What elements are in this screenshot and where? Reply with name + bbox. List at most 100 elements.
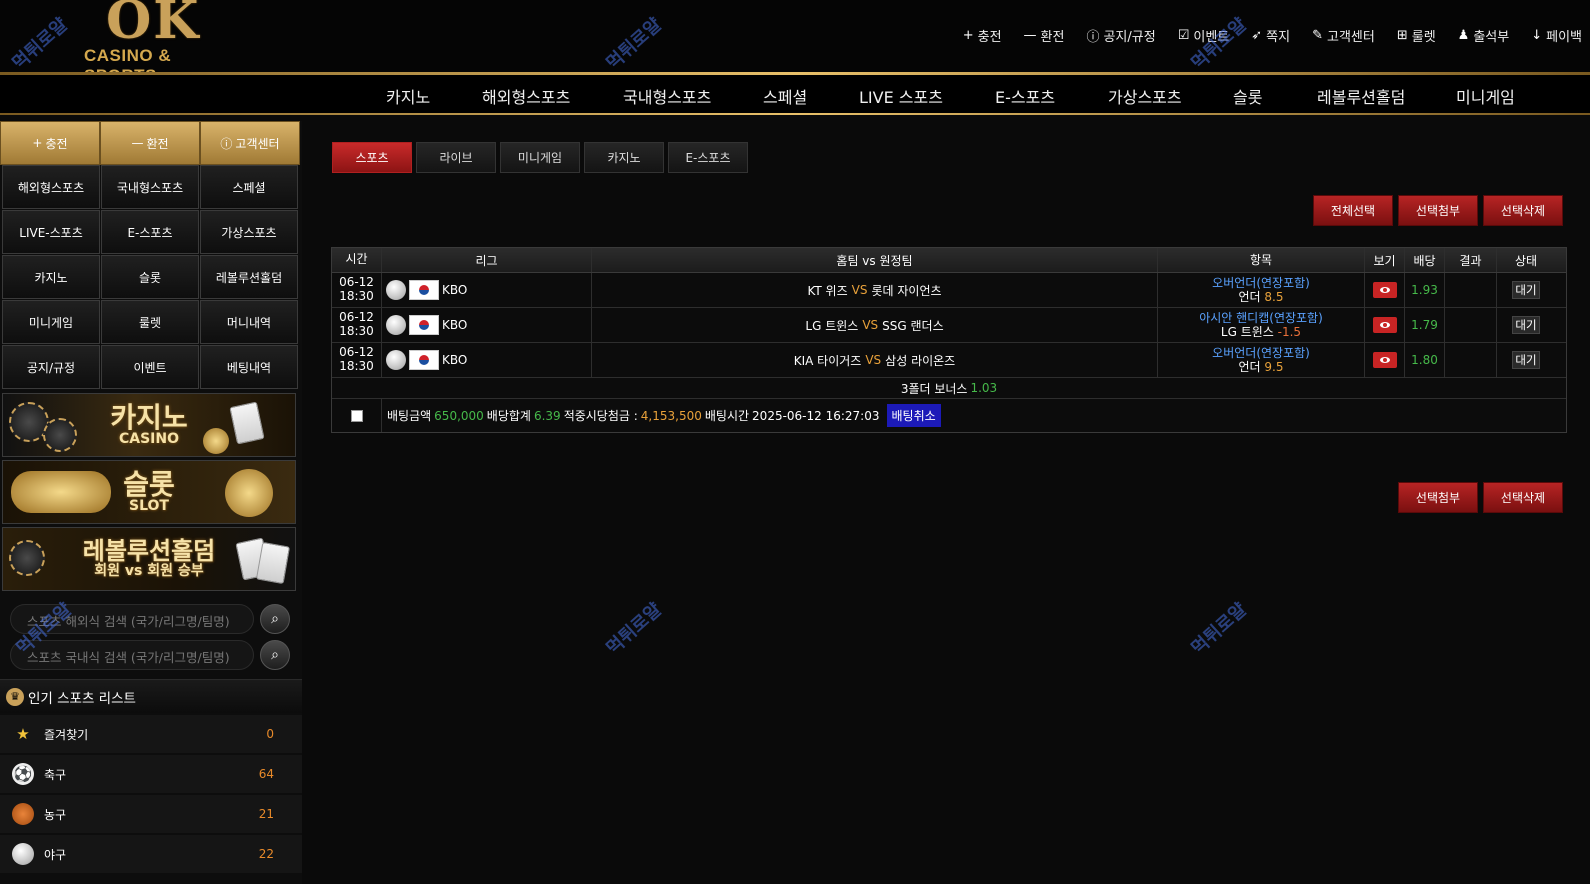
header-odds: 배당 [1405,248,1445,272]
holdem-banner-text: 레볼루션홀덤 회원 vs 회원 승부 [83,538,215,579]
mainnav-special[interactable]: 스페셜 [763,84,807,108]
sport-baseball[interactable]: 야구 22 [0,835,302,873]
holdem-banner[interactable]: 레볼루션홀덤 회원 vs 회원 승부 [2,527,296,591]
eye-icon[interactable] [1372,352,1397,368]
site-logo[interactable]: OK CASINO & SPORTS [80,0,240,85]
menu-esports[interactable]: E-스포츠 [101,210,199,254]
mainnav-esports[interactable]: E-스포츠 [995,84,1055,108]
match-time: 06-12 18:30 [332,343,382,377]
info-icon: ⓘ [1086,30,1100,45]
topnav-charge[interactable]: + 충전 [963,26,1002,45]
menu-revolution-holdem[interactable]: 레볼루션홀덤 [200,255,298,299]
basketball-icon [12,803,34,825]
menu-slot[interactable]: 슬롯 [101,255,199,299]
sport-soccer[interactable]: ⚽ 축구 64 [0,755,302,793]
quick-buttons: + 충전 — 환전 ⓘ 고객센터 [0,121,302,165]
delete-selected-button[interactable]: 선택삭제 [1483,195,1563,226]
tab-live[interactable]: 라이브 [416,142,496,173]
bet-time-label: 배팅시간 [704,409,750,423]
mainnav-casino[interactable]: 카지노 [386,84,430,108]
selection: 언더 9.5 [1238,360,1283,374]
topnav-message[interactable]: ➶ 쪽지 [1251,26,1290,45]
select-all-button[interactable]: 전체선택 [1313,195,1393,226]
sport-count: 0 [266,727,274,741]
away-team: SSG 랜더스 [882,318,944,333]
mainnav-live-sports[interactable]: LIVE 스포츠 [859,84,943,108]
menu-minigame[interactable]: 미니게임 [2,300,100,344]
casino-banner-text: 카지노 CASINO [110,403,187,447]
select-checkbox[interactable] [350,409,363,422]
mainnav-domestic-sports[interactable]: 국내형스포츠 [623,84,711,108]
menu-event[interactable]: 이벤트 [101,345,199,389]
tab-minigame[interactable]: 미니게임 [500,142,580,173]
mainnav-revolution-holdem[interactable]: 레볼루션홀덤 [1317,84,1405,108]
menu-live-sports[interactable]: LIVE-스포츠 [2,210,100,254]
quick-label: 환전 [146,136,169,151]
mainnav-slot[interactable]: 슬롯 [1233,84,1262,108]
menu-notice[interactable]: 공지/규정 [2,345,100,389]
menu-money-history[interactable]: 머니내역 [200,300,298,344]
slot-banner-text: 슬롯 SLOT [123,470,175,514]
header: OK CASINO & SPORTS +충전 —환전 ⓘ공지/규정 ☑이벤트 ➶… [0,0,1590,85]
topnav-event[interactable]: ☑ 이벤트 [1178,26,1230,45]
dice-image [203,428,229,454]
odds-value: 1.80 [1405,343,1445,377]
slot-banner[interactable]: 슬롯 SLOT [2,460,296,524]
topnav-support[interactable]: ✎ 고객센터 [1312,26,1375,45]
attach-selected-button-bottom[interactable]: 선택첨부 [1398,482,1478,513]
search-icon[interactable]: ⌕ [260,604,290,634]
overseas-search-input[interactable]: 스포츠 해외식 검색 (국가/리그명/팀명) [10,604,254,634]
tab-esports[interactable]: E-스포츠 [668,142,748,173]
eye-icon[interactable] [1372,282,1397,298]
sport-name: 농구 [44,807,67,822]
topnav-roulette[interactable]: ⊞ 룰렛 [1397,26,1436,45]
delete-selected-button-bottom[interactable]: 선택삭제 [1483,482,1563,513]
status-badge: 대기 [1512,316,1540,334]
topnav-payback[interactable]: ↓ 페이백 [1531,26,1582,45]
sport-basketball[interactable]: 농구 21 [0,795,302,833]
eye-icon[interactable] [1372,317,1397,333]
topnav-label: 공지/규정 [1103,30,1156,45]
menu-casino[interactable]: 카지노 [2,255,100,299]
tab-sports[interactable]: 스포츠 [332,142,412,173]
quick-support-button[interactable]: ⓘ 고객센터 [200,121,300,165]
domestic-search-input[interactable]: 스포츠 국내식 검색 (국가/리그명/팀명) [10,640,254,670]
match-hour: 18:30 [339,324,374,338]
cancel-bet-button[interactable]: 배팅취소 [886,404,941,427]
topnav-notice[interactable]: ⓘ 공지/규정 [1086,26,1155,45]
view-cell [1365,343,1405,377]
menu-betting-history[interactable]: 베팅내역 [200,345,298,389]
bet-item-cell: 오버언더(연장포함) 언더 8.5 [1158,273,1365,307]
slot-banner-sub: SLOT [129,498,169,515]
vs-label: VS [865,353,882,367]
menu-domestic-sports[interactable]: 국내형스포츠 [101,165,199,209]
selection-label: 언더 [1238,360,1261,374]
sidebar: + 충전 — 환전 ⓘ 고객센터 해외형스포츠 국내형스포츠 스페셜 LIVE-스포츠… [0,121,302,884]
topnav-label: 출석부 [1473,30,1510,45]
odds-value: 1.79 [1405,308,1445,342]
status-badge: 대기 [1512,281,1540,299]
menu-special[interactable]: 스페셜 [200,165,298,209]
market-name: 오버언더(연장포함) [1212,275,1310,290]
quick-charge-button[interactable]: + 충전 [0,121,100,165]
topnav-exchange[interactable]: — 환전 [1024,26,1065,45]
topnav-attendance[interactable]: ♟ 출석부 [1458,26,1510,45]
market-name: 오버언더(연장포함) [1212,345,1310,360]
quick-exchange-button[interactable]: — 환전 [100,121,200,165]
casino-banner[interactable]: 카지노 CASINO [2,393,296,457]
menu-roulette[interactable]: 룰렛 [101,300,199,344]
mainnav-minigame[interactable]: 미니게임 [1456,84,1515,108]
tab-casino[interactable]: 카지노 [584,142,664,173]
result-value [1445,343,1497,377]
sport-favorites[interactable]: ★ 즐겨찾기 0 [0,715,302,753]
league-cell: KBO [382,308,592,342]
search-icon[interactable]: ⌕ [260,640,290,670]
betting-history-content: 스포츠 라이브 미니게임 카지노 E-스포츠 전체선택 선택첨부 선택삭제 시간… [310,121,1590,884]
menu-overseas-sports[interactable]: 해외형스포츠 [2,165,100,209]
attach-selected-button[interactable]: 선택첨부 [1398,195,1478,226]
minus-icon: — [131,136,144,150]
menu-virtual-sports[interactable]: 가상스포츠 [200,210,298,254]
mainnav-overseas-sports[interactable]: 해외형스포츠 [482,84,570,108]
topnav-label: 쪽지 [1266,30,1291,45]
mainnav-virtual-sports[interactable]: 가상스포츠 [1108,84,1182,108]
